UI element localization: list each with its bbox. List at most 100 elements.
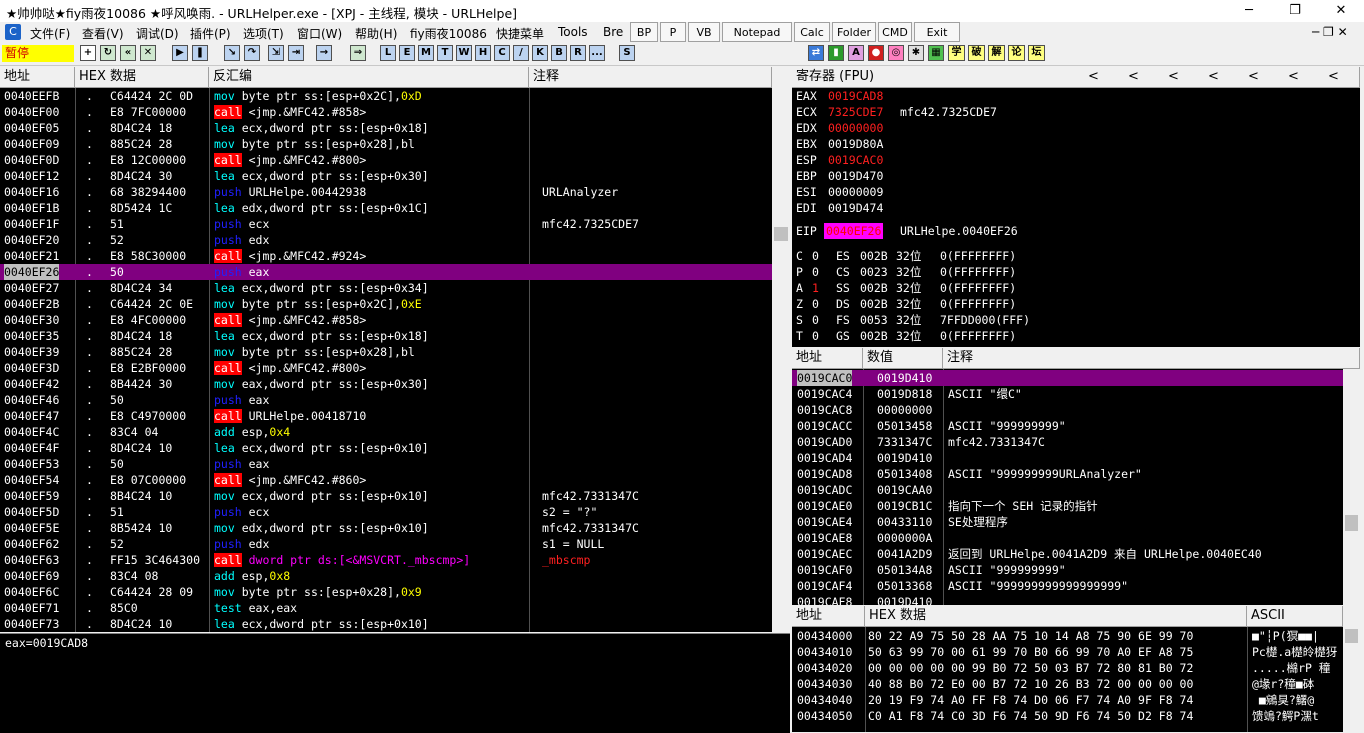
dump-header-ascii[interactable]: ASCII	[1247, 606, 1343, 627]
register-arrow-icon[interactable]: <	[1328, 67, 1359, 87]
dump-row[interactable]: 00434020 00 00 00 00 00 99 B0 72 50 03 B7…	[792, 660, 1343, 676]
tb-letter-K[interactable]: K	[532, 45, 548, 61]
disasm-row[interactable]: 0040EF71. 85C0 test eax,eax	[0, 600, 772, 616]
disasm-row[interactable]: 0040EF5E. 8B5424 10 mov edx,dword ptr ss:[…	[0, 520, 772, 536]
stack-header-address[interactable]: 地址	[792, 348, 863, 369]
disasm-header-comment[interactable]: 注释	[529, 67, 772, 88]
disasm-row[interactable]: 0040EF09. 885C24 28 mov byte ptr ss:[esp+0…	[0, 136, 772, 152]
grid-icon[interactable]: ▦	[928, 45, 944, 61]
target-icon[interactable]: ◎	[888, 45, 904, 61]
disasm-row[interactable]: 0040EF1F. 51 push ecx mfc42.7325CDE7	[0, 216, 772, 232]
tb-letter-B[interactable]: B	[551, 45, 567, 61]
trace-over-icon[interactable]: ⇥	[288, 45, 304, 61]
tb-letter-H[interactable]: H	[475, 45, 491, 61]
stack-pane[interactable]: 0019CAC0 0019D410 0019CAC4 0019D818 ASCII "缳…	[792, 369, 1343, 605]
disasm-row[interactable]: 0040EF26. 50 push eax	[0, 264, 772, 280]
register-arrow-icon[interactable]: <	[1208, 67, 1248, 87]
register-arrow-icon[interactable]: <	[1288, 67, 1328, 87]
disasm-row[interactable]: 0040EF2B. C64424 2C 0E mov byte ptr ss:[es…	[0, 296, 772, 312]
plugin-icon-1[interactable]: ▮	[828, 45, 844, 61]
disasm-row[interactable]: 0040EF20. 52 push edx	[0, 232, 772, 248]
goto-icon[interactable]: ⇒	[350, 45, 366, 61]
disasm-row[interactable]: 0040EF27. 8D4C24 34 lea ecx,dword ptr ss:[…	[0, 280, 772, 296]
tb-letter-M[interactable]: M	[418, 45, 434, 61]
dump-scrollbar[interactable]	[1343, 627, 1360, 732]
flag-value[interactable]: 0	[812, 296, 819, 312]
disassembly-pane[interactable]: 0040EEFB. C64424 2C 0D mov byte ptr ss:[es…	[0, 88, 772, 632]
disasm-row[interactable]: 0040EF35. 8D4C24 18 lea ecx,dword ptr ss:[…	[0, 328, 772, 344]
register-arrow-icon[interactable]: <	[1088, 67, 1128, 87]
stack-row[interactable]: 0019CAE0 0019CB1C 指向下一个 SEH 记录的指针	[792, 498, 1343, 514]
stack-row[interactable]: 0019CAC0 0019D410	[792, 370, 1343, 386]
tb-letter-T[interactable]: T	[437, 45, 453, 61]
menu-shortcuts[interactable]: 快捷菜单	[496, 25, 544, 42]
register-value[interactable]: 7325CDE7	[828, 104, 883, 120]
register-value[interactable]: 00000009	[828, 184, 883, 200]
stack-row[interactable]: 0019CADC 0019CAA0	[792, 482, 1343, 498]
execute-till-return-icon[interactable]: →	[316, 45, 332, 61]
disasm-row[interactable]: 0040EF42. 8B4424 30 mov eax,dword ptr ss:[…	[0, 376, 772, 392]
disasm-row[interactable]: 0040EF63. FF15 3C464300 call dword ptr ds:…	[0, 552, 772, 568]
plugin-jie[interactable]: 解	[988, 45, 1005, 61]
bug-icon[interactable]: ✱	[908, 45, 924, 61]
disasm-header-hex[interactable]: HEX 数据	[75, 67, 209, 88]
close-button[interactable]: ✕	[1318, 0, 1364, 22]
disasm-row[interactable]: 0040EF62. 52 push edx s1 = NULL	[0, 536, 772, 552]
menu-view[interactable]: 查看(V)	[82, 25, 124, 42]
refresh-icon[interactable]: ⇄	[808, 45, 824, 61]
menu-file[interactable]: 文件(F)	[30, 25, 70, 42]
disasm-row[interactable]: 0040EF0D. E8 12C00000 call <jmp.&MFC42.#80…	[0, 152, 772, 168]
dump-row[interactable]: 00434040 20 19 F9 74 A0 FF F8 74 D0 06 F7…	[792, 692, 1343, 708]
menu-debug[interactable]: 调试(D)	[136, 25, 179, 42]
stack-row[interactable]: 0019CAD0 7331347C mfc42.7331347C	[792, 434, 1343, 450]
register-value[interactable]: 0019D470	[828, 168, 883, 184]
disasm-row[interactable]: 0040EEFB. C64424 2C 0D mov byte ptr ss:[es…	[0, 88, 772, 104]
flag-value[interactable]: 0	[812, 264, 819, 280]
flag-value[interactable]: 1	[812, 280, 819, 296]
disasm-row[interactable]: 0040EF6C. C64424 28 09 mov byte ptr ss:[es…	[0, 584, 772, 600]
disasm-header-address[interactable]: 地址	[0, 67, 75, 88]
plugin-icon-2[interactable]: A	[848, 45, 864, 61]
disasm-row[interactable]: 0040EF30. E8 4FC00000 call <jmp.&MFC42.#85…	[0, 312, 772, 328]
disasm-row[interactable]: 0040EF46. 50 push eax	[0, 392, 772, 408]
notepad-button[interactable]: Notepad	[722, 22, 792, 42]
restore-small-icon[interactable]: ─ ❐ ✕	[1312, 25, 1348, 39]
stack-row[interactable]: 0019CAF4 05013368 ASCII "99999999999999999…	[792, 578, 1343, 594]
flag-value[interactable]: 0	[812, 248, 819, 264]
disasm-row[interactable]: 0040EF21. E8 58C30000 call <jmp.&MFC42.#92…	[0, 248, 772, 264]
calc-button[interactable]: Calc	[794, 22, 830, 42]
tb-letter-W[interactable]: W	[456, 45, 472, 61]
vb-button[interactable]: VB	[688, 22, 720, 42]
disasm-row[interactable]: 0040EF53. 50 push eax	[0, 456, 772, 472]
disasm-row[interactable]: 0040EF4C. 83C4 04 add esp,0x4	[0, 424, 772, 440]
menu-breakpoints[interactable]: Bre	[603, 25, 623, 39]
register-value-eip[interactable]: 0040EF26	[824, 223, 884, 239]
stack-row[interactable]: 0019CAF8 0019D410	[792, 594, 1343, 605]
disasm-row[interactable]: 0040EF73. 8D4C24 10 lea ecx,dword ptr ss:[…	[0, 616, 772, 632]
p-button[interactable]: P	[660, 22, 686, 42]
stack-row[interactable]: 0019CAC8 00000000	[792, 402, 1343, 418]
disasm-row[interactable]: 0040EF54. E8 07C00000 call <jmp.&MFC42.#86…	[0, 472, 772, 488]
tb-letter-L[interactable]: L	[380, 45, 396, 61]
disasm-row[interactable]: 0040EF16. 68 38294400 push URLHelpe.004429…	[0, 184, 772, 200]
pause-icon[interactable]: ❚	[192, 45, 208, 61]
tb-letter-E[interactable]: E	[399, 45, 415, 61]
stack-row[interactable]: 0019CAF0 050134A8 ASCII "999999999"	[792, 562, 1343, 578]
open-icon[interactable]: +	[80, 45, 96, 61]
dump-row[interactable]: 00434050 C0 A1 F8 74 C0 3D F6 74 50 9D F6…	[792, 708, 1343, 724]
register-arrow-icon[interactable]: <	[1248, 67, 1288, 87]
stack-row[interactable]: 0019CAEC 0041A2D9 返回到 URLHelpe.0041A2D9 来自…	[792, 546, 1343, 562]
stack-row[interactable]: 0019CAE4 00433110 SE处理程序	[792, 514, 1343, 530]
stack-row[interactable]: 0019CAE8 0000000A	[792, 530, 1343, 546]
dump-header-address[interactable]: 地址	[792, 606, 865, 627]
plugin-tan[interactable]: 坛	[1028, 45, 1045, 61]
step-into-icon[interactable]: ↘	[224, 45, 240, 61]
stack-row[interactable]: 0019CAC4 0019D818 ASCII "缳C"	[792, 386, 1343, 402]
stack-row[interactable]: 0019CACC 05013458 ASCII "999999999"	[792, 418, 1343, 434]
menu-plugins[interactable]: 插件(P)	[190, 25, 231, 42]
register-value[interactable]: 0019D474	[828, 200, 883, 216]
disasm-row[interactable]: 0040EF00. E8 7FC00000 call <jmp.&MFC42.#85…	[0, 104, 772, 120]
tb-letter-slash[interactable]: /	[513, 45, 529, 61]
stack-row[interactable]: 0019CAD4 0019D410	[792, 450, 1343, 466]
cmd-button[interactable]: CMD	[878, 22, 912, 42]
